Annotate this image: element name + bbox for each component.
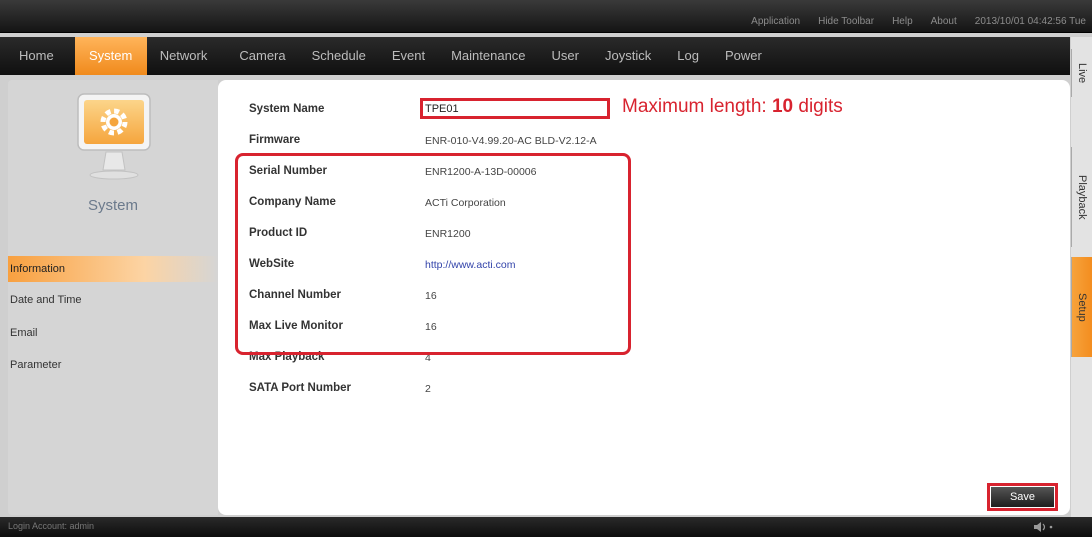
tab-setup[interactable]: Setup <box>1071 257 1092 357</box>
status-bar: Login Account: admin <box>0 517 1092 537</box>
firmware-label: Firmware <box>249 134 301 146</box>
nav-maintenance[interactable]: Maintenance <box>438 37 538 75</box>
toolbar-link-hide-toolbar[interactable]: Hide Toolbar <box>818 16 874 27</box>
main-nav: Home System Network Camera Schedule Even… <box>0 37 1070 75</box>
toolbar-link-application[interactable]: Application <box>751 16 800 27</box>
firmware-value: ENR-010-V4.99.20-AC BLD-V2.12-A <box>425 135 597 147</box>
tab-setup-label: Setup <box>1076 292 1088 322</box>
top-toolbar: Application Hide Toolbar Help About 2013… <box>0 0 1092 33</box>
nav-home[interactable]: Home <box>0 37 67 75</box>
side-tabs: Live Playback Setup <box>1071 37 1092 517</box>
nav-schedule[interactable]: Schedule <box>299 37 379 75</box>
sata-port-number-value: 2 <box>425 383 431 395</box>
system-name-label: System Name <box>249 103 325 115</box>
nav-camera[interactable]: Camera <box>226 37 298 75</box>
sidebar-item-date-and-time[interactable]: Date and Time <box>8 287 218 313</box>
max-length-prefix: Maximum length: <box>622 96 772 117</box>
toolbar-links: Application Hide Toolbar Help About 2013… <box>751 16 1086 27</box>
nav-user[interactable]: User <box>539 37 592 75</box>
max-length-note: Maximum length: 10 digits <box>622 96 843 118</box>
nav-joystick[interactable]: Joystick <box>592 37 664 75</box>
login-account-text: Login Account: admin <box>8 521 95 531</box>
save-button[interactable]: Save <box>991 487 1054 507</box>
information-panel: System Name Maximum length: 10 digits Fi… <box>218 80 1070 515</box>
info-highlight-box <box>235 153 631 355</box>
tab-live[interactable]: Live <box>1071 49 1092 97</box>
tab-live-label: Live <box>1076 62 1088 84</box>
sidebar-item-email[interactable]: Email <box>8 320 218 346</box>
system-name-input[interactable] <box>420 98 610 119</box>
sidebar-title: System <box>87 197 138 214</box>
toolbar-link-about[interactable]: About <box>931 16 957 27</box>
max-length-number: 10 <box>771 96 794 117</box>
nav-event[interactable]: Event <box>379 37 438 75</box>
toolbar-link-help[interactable]: Help <box>892 16 913 27</box>
tab-playback-label: Playback <box>1076 174 1088 220</box>
tab-playback[interactable]: Playback <box>1071 147 1092 247</box>
sidebar-item-information[interactable]: Information <box>8 256 218 282</box>
max-length-suffix: digits <box>793 96 843 117</box>
sidebar-item-parameter[interactable]: Parameter <box>8 352 218 378</box>
nav-log[interactable]: Log <box>664 37 712 75</box>
nav-power[interactable]: Power <box>712 37 775 75</box>
sidebar: System Information Date and Time Email P… <box>8 80 218 515</box>
nav-system[interactable]: System <box>74 37 147 75</box>
monitor-gear-icon <box>77 93 151 180</box>
sata-port-number-label: SATA Port Number <box>249 382 352 394</box>
clock: 2013/10/01 04:42:56 Tue <box>974 16 1086 27</box>
app-window: Application Hide Toolbar Help About 2013… <box>0 0 1092 537</box>
speaker-icon[interactable] <box>1033 521 1055 533</box>
nav-network[interactable]: Network <box>147 37 221 75</box>
